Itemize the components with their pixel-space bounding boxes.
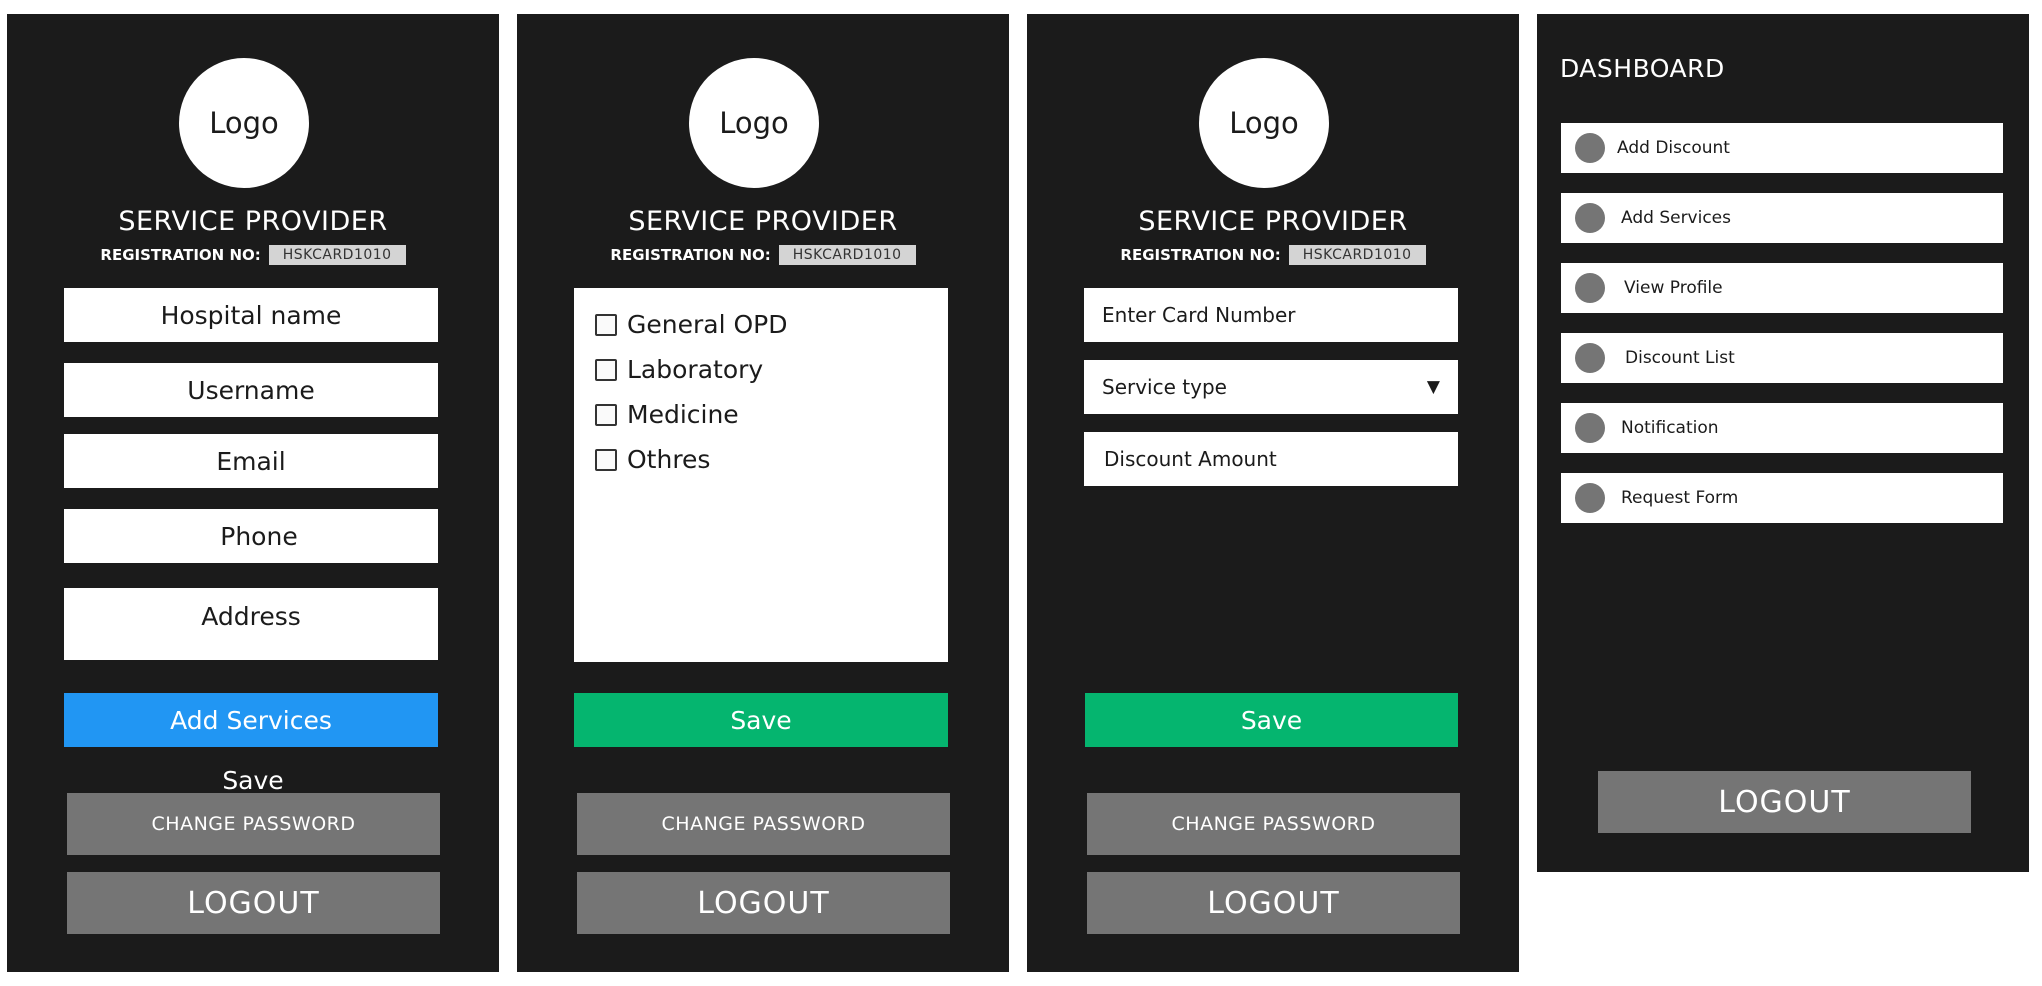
logo: Logo (689, 58, 819, 188)
registration-number-row: REGISTRATION NO: HSKCARD1010 (517, 245, 1009, 265)
registration-value: HSKCARD1010 (1288, 245, 1426, 265)
page-title: SERVICE PROVIDER (118, 206, 388, 237)
change-password-button[interactable]: CHANGE PASSWORD (577, 793, 950, 855)
logo: Logo (179, 58, 309, 188)
registration-label: REGISTRATION NO: (100, 246, 261, 264)
logout-button[interactable]: LOGOUT (577, 872, 950, 934)
registration-label: REGISTRATION NO: (1120, 246, 1281, 264)
discount-screen: Logo SERVICE PROVIDER REGISTRATION NO: H… (1027, 14, 1519, 972)
chevron-down-icon: ▼ (1426, 377, 1440, 397)
add-services-button[interactable]: Add Services (64, 693, 438, 747)
service-option-medicine[interactable]: Medicine (595, 400, 739, 429)
registration-screen: Logo SERVICE PROVIDER REGISTRATION NO: H… (7, 14, 499, 972)
logout-button[interactable]: LOGOUT (1087, 872, 1460, 934)
dashboard-screen: DASHBOARD Add Discount Add Services View… (1537, 14, 2029, 872)
circle-icon (1575, 483, 1605, 513)
page-title: SERVICE PROVIDER (1138, 206, 1408, 237)
save-link[interactable]: Save (7, 766, 499, 795)
service-option-others[interactable]: Othres (595, 445, 710, 474)
checkbox[interactable] (595, 403, 617, 426)
registration-value: HSKCARD1010 (778, 245, 916, 265)
username-field[interactable]: Username (64, 363, 438, 417)
phone-field[interactable]: Phone (64, 509, 438, 563)
registration-label: REGISTRATION NO: (610, 246, 771, 264)
change-password-button[interactable]: CHANGE PASSWORD (1087, 793, 1460, 855)
menu-item-view-profile[interactable]: View Profile (1561, 263, 2003, 313)
dashboard-title: DASHBOARD (1560, 54, 1725, 83)
circle-icon (1575, 413, 1605, 443)
menu-item-add-services[interactable]: Add Services (1561, 193, 2003, 243)
service-option-label: General OPD (627, 310, 788, 339)
checkbox[interactable] (595, 358, 617, 381)
service-option-laboratory[interactable]: Laboratory (595, 355, 763, 384)
circle-icon (1575, 273, 1605, 303)
logout-button[interactable]: LOGOUT (67, 872, 440, 934)
menu-item-label: Add Services (1621, 208, 1732, 228)
menu-item-label: Notification (1621, 418, 1719, 438)
menu-item-label: Discount List (1625, 348, 1735, 368)
hospital-name-field[interactable]: Hospital name (64, 288, 438, 342)
service-option-label: Othres (627, 445, 711, 474)
registration-number-row: REGISTRATION NO: HSKCARD1010 (1027, 245, 1519, 265)
registration-number-row: REGISTRATION NO: HSKCARD1010 (7, 245, 499, 265)
menu-item-notification[interactable]: Notification (1561, 403, 2003, 453)
address-field[interactable]: Address (64, 588, 438, 660)
menu-item-label: Request Form (1621, 488, 1739, 508)
checkbox[interactable] (595, 448, 617, 471)
card-number-input[interactable]: Enter Card Number (1084, 288, 1458, 342)
logo: Logo (1199, 58, 1329, 188)
menu-item-discount-list[interactable]: Discount List (1561, 333, 2003, 383)
circle-icon (1575, 133, 1605, 163)
page-title: SERVICE PROVIDER (628, 206, 898, 237)
logout-button[interactable]: LOGOUT (1598, 771, 1971, 833)
menu-item-label: Add Discount (1617, 138, 1730, 158)
change-password-button[interactable]: CHANGE PASSWORD (67, 793, 440, 855)
registration-value: HSKCARD1010 (268, 245, 406, 265)
service-type-select[interactable]: Service type ▼ (1084, 360, 1458, 414)
circle-icon (1575, 203, 1605, 233)
menu-item-add-discount[interactable]: Add Discount (1561, 123, 2003, 173)
discount-amount-input[interactable]: Discount Amount (1084, 432, 1458, 486)
save-button[interactable]: Save (574, 693, 948, 747)
menu-item-request-form[interactable]: Request Form (1561, 473, 2003, 523)
checkbox[interactable] (595, 313, 617, 336)
service-option-label: Laboratory (627, 355, 764, 384)
save-button[interactable]: Save (1085, 693, 1458, 747)
service-option-label: Medicine (627, 400, 739, 429)
email-field[interactable]: Email (64, 434, 438, 488)
service-option-general-opd[interactable]: General OPD (595, 310, 787, 339)
menu-item-label: View Profile (1624, 278, 1723, 298)
services-checklist: General OPD Laboratory Medicine Othres (574, 288, 948, 662)
circle-icon (1575, 343, 1605, 373)
service-type-label: Service type (1102, 375, 1227, 399)
services-screen: Logo SERVICE PROVIDER REGISTRATION NO: H… (517, 14, 1009, 972)
